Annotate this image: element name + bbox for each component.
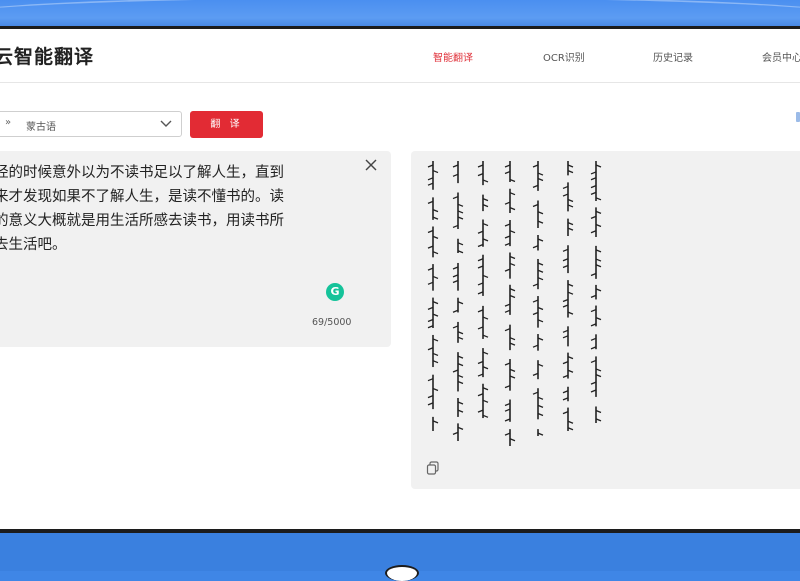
close-icon[interactable] <box>364 158 378 172</box>
mongolian-column <box>476 161 490 461</box>
mongolian-column <box>451 161 465 461</box>
copy-icon[interactable] <box>426 461 440 475</box>
mongolian-column <box>503 161 517 461</box>
header: 云智能翻译 智能翻译 OCR识别 历史记录 会员中心 <box>0 29 800 83</box>
target-language-value: 蒙古语 <box>26 122 56 133</box>
char-count: 69/5000 <box>312 317 352 328</box>
language-select[interactable]: » 蒙古语 <box>0 111 182 137</box>
nav-smart-translate[interactable]: 智能翻译 <box>433 49 473 64</box>
device-knob <box>385 565 419 581</box>
brand-title: 云智能翻译 <box>0 46 95 68</box>
mongolian-column <box>561 161 575 461</box>
app-window: 云智能翻译 智能翻译 OCR识别 历史记录 会员中心 » 蒙古语 翻 译 经的时… <box>0 26 800 533</box>
mongolian-column <box>531 161 545 461</box>
mongolian-column <box>589 161 603 461</box>
side-handle[interactable] <box>796 112 800 122</box>
translate-button[interactable]: 翻 译 <box>190 111 263 138</box>
mongolian-column <box>426 161 440 461</box>
output-panel <box>411 151 800 489</box>
nav-history[interactable]: 历史记录 <box>653 49 693 64</box>
source-text[interactable]: 经的时候意外以为不读书足以了解人生，直到 来才发现如果不了解人生，是读不懂书的。… <box>0 161 349 257</box>
nav-member-center[interactable]: 会员中心 <box>762 49 800 64</box>
swap-arrows-icon: » <box>5 117 12 128</box>
grammar-icon[interactable]: G <box>326 283 344 301</box>
source-panel[interactable]: 经的时候意外以为不读书足以了解人生，直到 来才发现如果不了解人生，是读不懂书的。… <box>0 151 391 347</box>
nav-ocr[interactable]: OCR识别 <box>543 49 585 64</box>
chevron-down-icon <box>160 120 172 127</box>
